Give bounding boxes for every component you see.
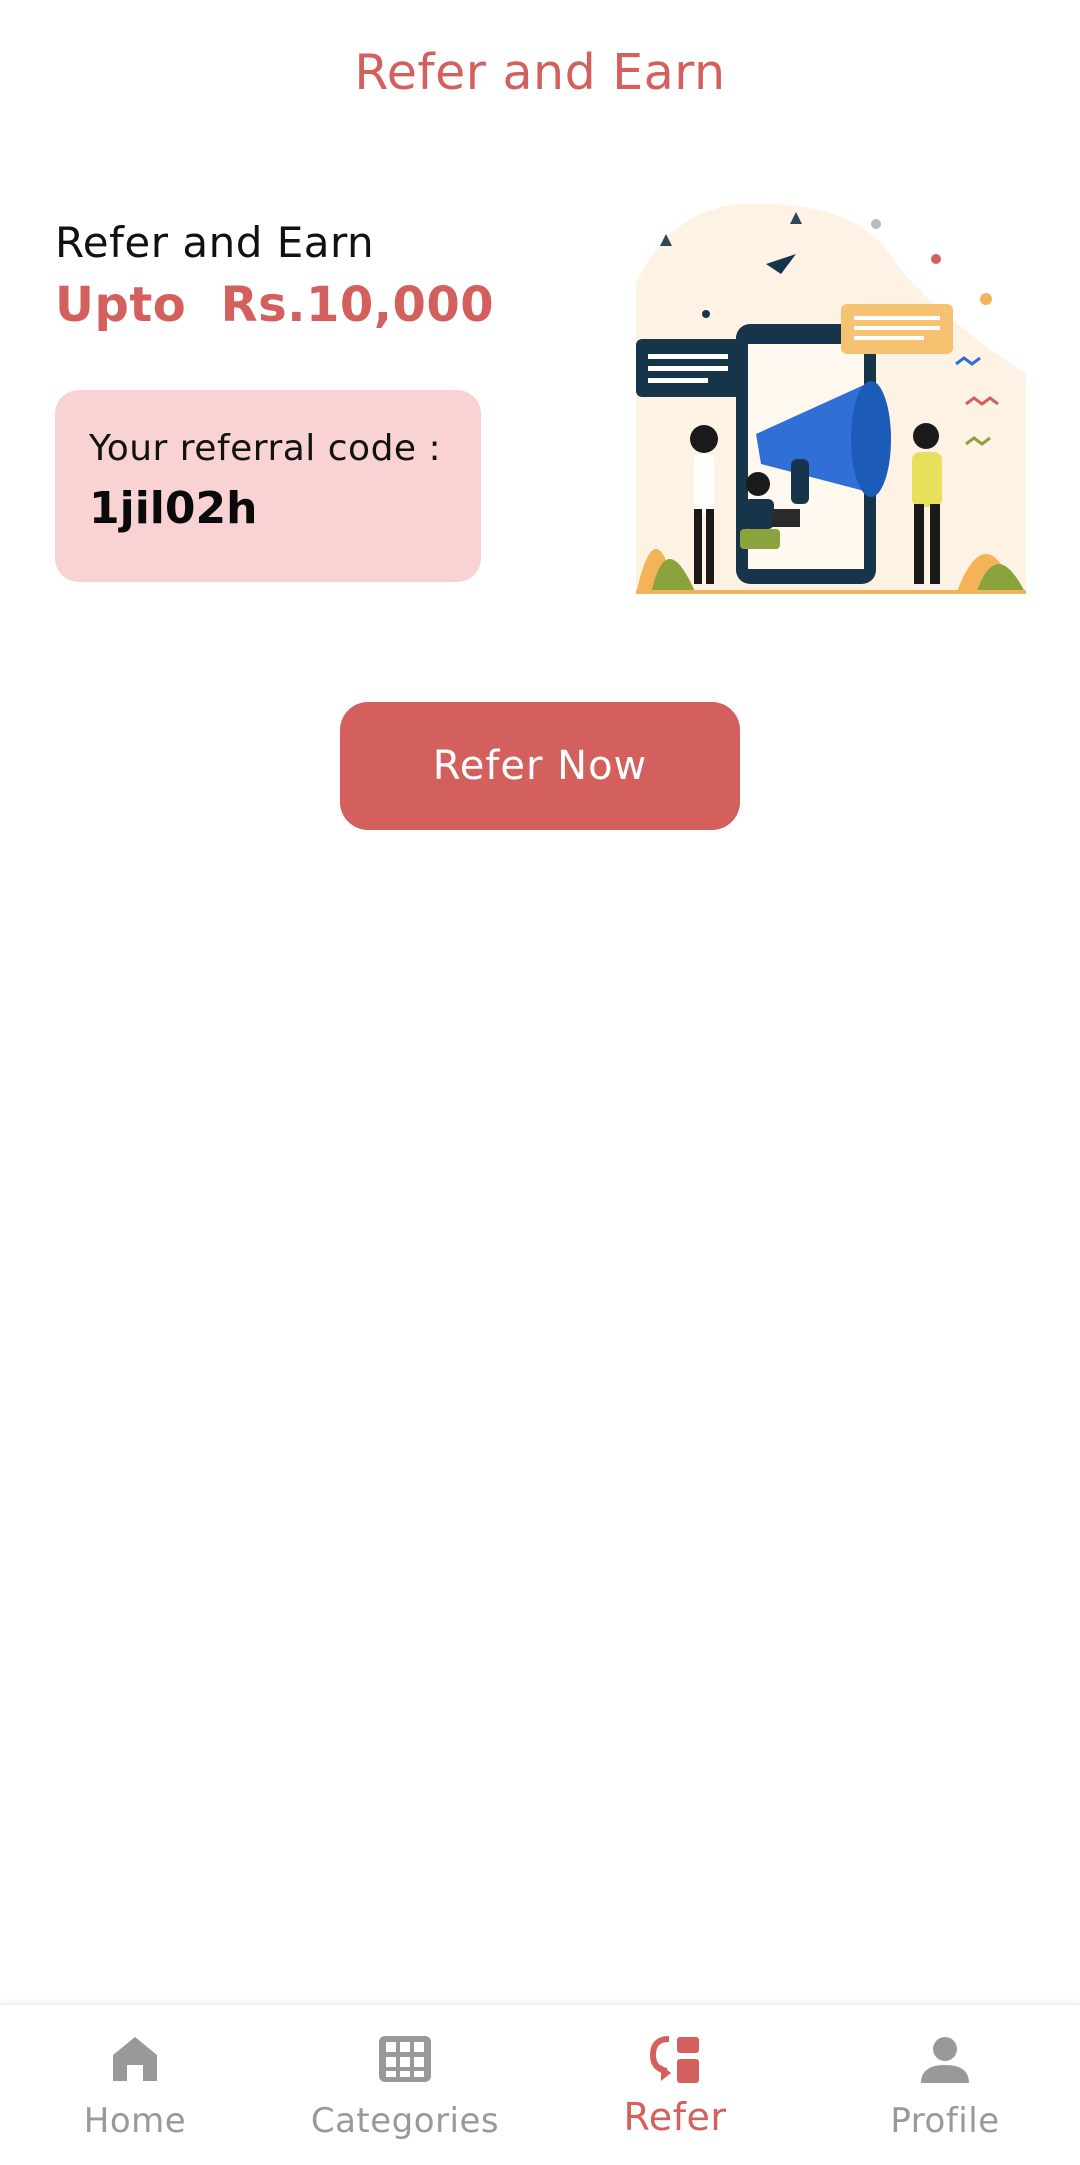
referral-code-label: Your referral code : <box>89 428 442 469</box>
refer-now-button[interactable]: Refer Now <box>340 702 740 830</box>
referral-code-card[interactable]: Your referral code : 1jil02h <box>55 390 481 582</box>
nav-label-home: Home <box>83 2101 187 2141</box>
nav-label-profile: Profile <box>890 2101 1000 2141</box>
nav-item-profile[interactable]: Profile <box>810 2005 1080 2165</box>
hero-subtitle: Refer and Earn <box>55 218 375 267</box>
nav-item-refer[interactable]: Refer <box>540 2005 810 2165</box>
app-root: Refer and Earn Refer and Earn Upto Rs.10… <box>0 0 1080 2165</box>
megaphone-illustration <box>636 204 1026 594</box>
home-icon <box>113 2037 157 2081</box>
nav-label-refer: Refer <box>623 2095 727 2139</box>
nav-item-categories[interactable]: Categories <box>270 2005 540 2165</box>
nav-item-home[interactable]: Home <box>0 2005 270 2165</box>
nav-label-categories: Categories <box>310 2101 500 2141</box>
hero-text: Refer and Earn Upto Rs.10,000 <box>55 218 555 333</box>
person-icon <box>921 2037 969 2083</box>
referral-code-value[interactable]: 1jil02h <box>89 483 481 534</box>
hero-amount: Upto Rs.10,000 <box>55 277 495 333</box>
page-title: Refer and Earn <box>354 44 726 101</box>
grid-icon <box>379 2036 431 2082</box>
bottom-navigation: Home Categories Refer Profile <box>0 2004 1080 2165</box>
refer-icon <box>649 2036 699 2083</box>
